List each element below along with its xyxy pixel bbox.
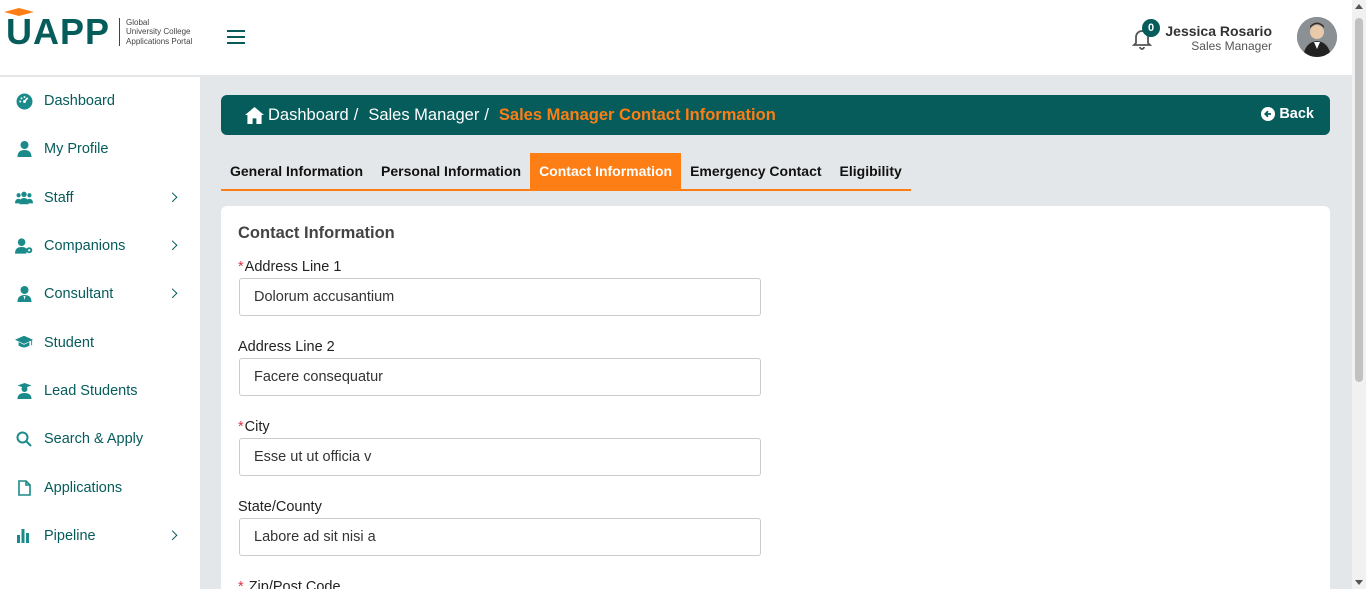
sidebar-item-my-profile[interactable]: My Profile xyxy=(0,125,200,173)
chevron-right-icon xyxy=(167,288,178,299)
breadcrumb-current-page: Sales Manager Contact Information xyxy=(498,105,776,124)
tab-eligibility[interactable]: Eligibility xyxy=(831,153,911,189)
uapp-logo[interactable]: UAPP Global University College Applicati… xyxy=(4,8,200,52)
user-avatar[interactable] xyxy=(1297,17,1337,57)
breadcrumb-separator: / xyxy=(353,105,359,124)
address-line-2-label: Address Line 2 xyxy=(238,339,335,355)
top-header: UAPP Global University College Applicati… xyxy=(0,0,1352,76)
breadcrumb-separator: / xyxy=(484,105,489,124)
required-marker: * xyxy=(238,259,244,275)
required-marker: * xyxy=(238,579,244,589)
sidebar-item-consultant[interactable]: Consultant xyxy=(0,270,200,318)
search-icon xyxy=(15,430,33,448)
graduation-cap-logo-icon xyxy=(4,8,34,16)
graduation-cap-icon xyxy=(15,334,33,352)
logo-wordmark: UAPP xyxy=(4,8,110,52)
user-role: Sales Manager xyxy=(1191,39,1272,53)
scroll-down-arrow-icon[interactable] xyxy=(1355,580,1363,585)
companions-icon xyxy=(15,237,33,255)
scrollbar-thumb[interactable] xyxy=(1355,18,1363,382)
required-marker: * xyxy=(238,419,244,435)
address-line-1-label: *Address Line 1 xyxy=(238,259,342,275)
city-label: *City xyxy=(238,419,270,435)
sidebar-item-pipeline[interactable]: Pipeline xyxy=(0,512,200,560)
zip-post-code-label: * Zip/Post Code xyxy=(238,579,341,589)
sidebar-item-dashboard[interactable]: Dashboard xyxy=(0,77,200,125)
address-line-2-input[interactable] xyxy=(239,358,761,396)
chevron-right-icon xyxy=(167,192,178,202)
dashboard-icon xyxy=(15,92,33,110)
breadcrumb-dashboard[interactable]: Dashboard xyxy=(268,106,349,125)
tab-general-information[interactable]: General Information xyxy=(221,153,372,189)
sidebar-item-companions[interactable]: Companions xyxy=(0,222,200,270)
user-icon xyxy=(15,140,33,158)
chevron-right-icon xyxy=(167,530,178,541)
city-input[interactable] xyxy=(239,438,761,476)
home-icon[interactable] xyxy=(245,106,264,124)
bar-chart-icon xyxy=(15,527,33,545)
tab-emergency-contact[interactable]: Emergency Contact xyxy=(681,153,830,189)
users-icon xyxy=(15,189,33,207)
logo-divider xyxy=(119,18,121,46)
logo-subtitle: Global University College Applications P… xyxy=(126,17,193,46)
user-name: Jessica Rosario xyxy=(1165,23,1272,39)
document-icon xyxy=(15,479,33,497)
back-button[interactable]: Back xyxy=(1261,106,1314,122)
hamburger-menu-icon[interactable] xyxy=(227,30,245,44)
tab-contact-information[interactable]: Contact Information xyxy=(530,153,682,189)
breadcrumb: Dashboard / Sales Manager / Sales Manage… xyxy=(221,95,1330,135)
chevron-right-icon xyxy=(167,240,178,251)
consultant-icon xyxy=(15,285,33,303)
breadcrumb-sales-manager[interactable]: Sales Manager xyxy=(368,106,479,125)
state-county-input[interactable] xyxy=(239,518,761,556)
sidebar-item-search-apply[interactable]: Search & Apply xyxy=(0,415,200,463)
notification-count-badge: 0 xyxy=(1142,19,1160,37)
sidebar-item-lead-students[interactable]: Lead Students xyxy=(0,367,200,415)
tab-personal-information[interactable]: Personal Information xyxy=(372,153,530,189)
arrow-left-circle-icon xyxy=(1261,107,1276,121)
state-county-label: State/County xyxy=(238,499,322,515)
lead-student-icon xyxy=(15,382,33,400)
profile-tabs: General Information Personal Information… xyxy=(221,153,911,191)
sidebar-item-applications[interactable]: Applications xyxy=(0,463,200,511)
contact-information-card: Contact Information *Address Line 1 Addr… xyxy=(221,206,1330,589)
form-title: Contact Information xyxy=(238,224,395,242)
page-scrollbar[interactable] xyxy=(1352,0,1366,589)
sidebar-item-student[interactable]: Student xyxy=(0,318,200,366)
scroll-up-arrow-icon[interactable] xyxy=(1355,4,1363,9)
sidebar: Dashboard My Profile Staff Companions Co… xyxy=(0,77,200,589)
sidebar-item-staff[interactable]: Staff xyxy=(0,174,200,222)
address-line-1-input[interactable] xyxy=(239,278,761,316)
